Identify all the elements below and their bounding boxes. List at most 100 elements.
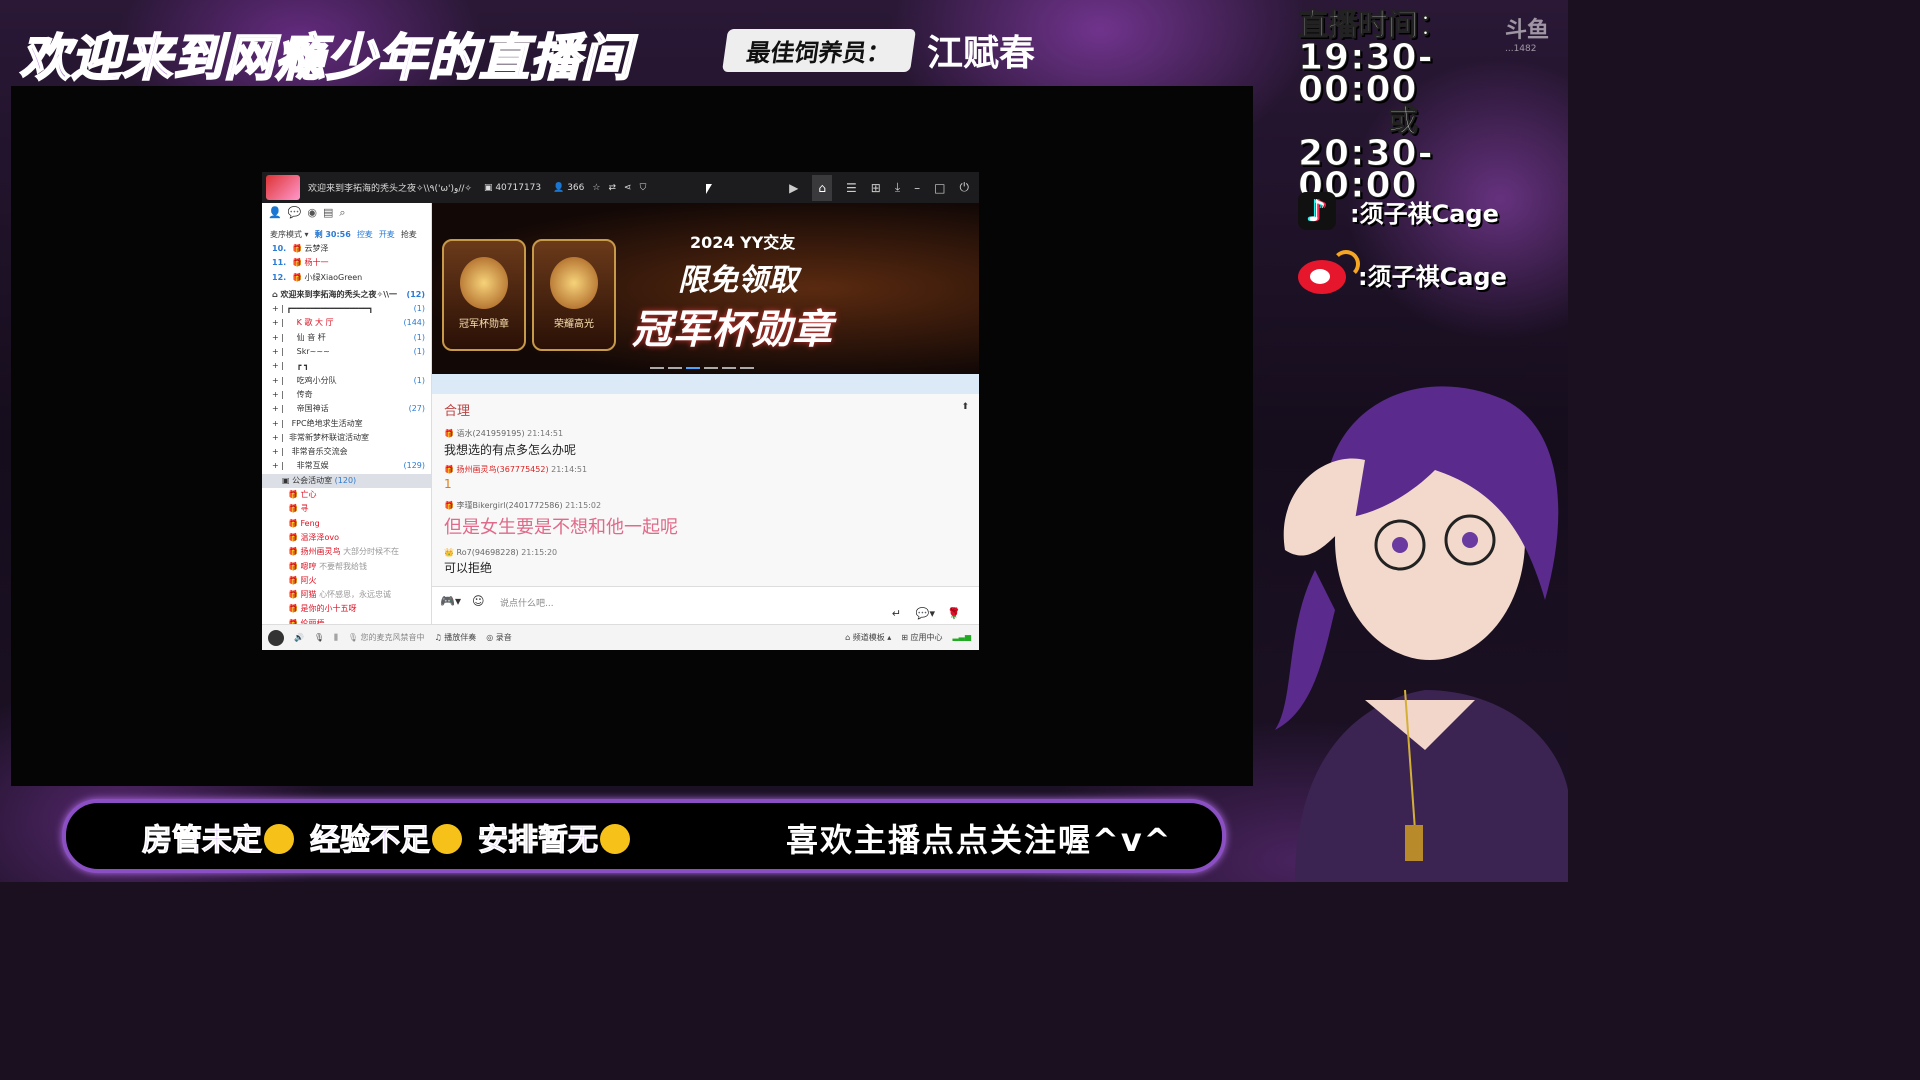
mixer-icon[interactable]: ⫼ [334, 633, 338, 643]
channel-item[interactable]: + | Skr~~~ (1) [272, 345, 431, 359]
weibo-handle: :须子祺Cage [1298, 250, 1507, 298]
msg-text: 但是女生要是不想和他一起呢 [444, 517, 678, 538]
channel-sidebar: 👤 💬 ◉ ▤ ⌕ 麦序模式 ▾ 剩 30:56 控麦 开麦 抢麦 10. 🎁 云… [262, 203, 432, 628]
msg-user[interactable]: 语水(241959195) [457, 429, 525, 438]
weibo-icon [1298, 250, 1360, 298]
record-button[interactable]: ◎ 录音 [486, 632, 512, 643]
home-icon[interactable]: ⌂ [812, 174, 833, 201]
feeder-name: 江赋春 [927, 33, 1036, 74]
channel-item[interactable]: + | 非常新梦杯联谊活动室 [272, 431, 431, 445]
member-item[interactable]: 🎁 嗯哼 不要帮我给钱 [272, 560, 431, 574]
location-icon[interactable]: ◉ [307, 206, 317, 224]
power-icon[interactable]: ⏻ [960, 180, 970, 195]
music-button[interactable]: ♫ 播放伴奏 [435, 632, 477, 643]
mic-mode[interactable]: 麦序模式 ▾ [270, 229, 309, 240]
member-item[interactable]: 🎁 是你的小十五呀 [272, 602, 431, 616]
channel-item[interactable]: + | FPC绝地求生活动室 [272, 417, 431, 431]
grab-mic-link[interactable]: 抢麦 [401, 229, 417, 240]
channel-list: 10. 🎁 云梦泽 11. 🎁 杨十一 12. 🎁 小绿XiaoGreen ⌂ 欢迎来… [262, 242, 431, 631]
template-label: 频道模板 [852, 633, 885, 642]
emoji-icon[interactable]: 🎮▾ [440, 594, 461, 608]
minimize-icon[interactable]: – [914, 181, 920, 195]
mic-icon[interactable]: 🎙 [314, 633, 324, 642]
channel-name: Skr~~~ [296, 347, 330, 357]
collapse-icon[interactable]: ⤓ [895, 180, 900, 195]
msg-user[interactable]: 扬州画灵鸟(367775452) [457, 465, 549, 474]
channel-item[interactable]: + | 帝国神话 (27) [272, 402, 431, 416]
channel-item[interactable]: + | 传奇 [272, 388, 431, 402]
gift-icon[interactable]: 🌹 [947, 607, 961, 620]
chat-input[interactable]: 说点什么吧... [500, 596, 554, 609]
msg-user[interactable]: 李瑾Bikergirl(2401772586) [457, 501, 563, 510]
member-item[interactable]: 🎁 亡心 [272, 488, 431, 502]
msg-time: 21:15:20 [521, 548, 558, 557]
banner-title: 欢迎来到网瘾少年的直播间 [19, 28, 632, 88]
favorite-icon[interactable]: ☆ [592, 183, 600, 193]
member-item[interactable]: 🎁 寻 [272, 502, 431, 516]
sub-channel-count: (120) [334, 475, 357, 485]
list-icon[interactable]: ☰ [846, 181, 857, 195]
online-count-value: 366 [567, 182, 585, 193]
queue-item[interactable]: 11. 🎁 杨十一 [272, 256, 431, 270]
channel-item[interactable]: + | 非常互娱 (129) [272, 459, 431, 473]
champion-badge: 冠军杯勋章 [442, 239, 526, 351]
channel-item[interactable]: + | K 歌 大 厅 (144) [272, 316, 431, 330]
member-item[interactable]: 🎁 扬州画灵鸟 大部分时候不在 [272, 545, 431, 559]
yy-footer: 🔊 🎙 ⫼ 🎙 您的麦克风禁音中 ♫ 播放伴奏 ◎ 录音 ⌂ 频道模板 ▴ ⊞ … [262, 624, 979, 650]
maximize-icon[interactable]: □ [934, 181, 945, 195]
promo-banner[interactable]: 冠军杯勋章 荣耀高光 2024 YY交友 限免领取 冠军杯勋章 [432, 203, 979, 374]
send-icon[interactable]: ↵ [892, 607, 901, 620]
chat-icon[interactable]: 💬 [288, 206, 302, 224]
share-link-icon[interactable]: ⋖ [624, 183, 632, 193]
video-icon[interactable]: ▶ [789, 181, 798, 195]
speaker-icon[interactable]: 🔊 [294, 633, 304, 642]
template-button[interactable]: ⌂ 频道模板 ▴ [845, 632, 891, 643]
channel-item[interactable]: + | ┏━━━━━━━━━━━━━━━━┓ (1) [272, 302, 431, 316]
chat-message: 🎁 李瑾Bikergirl(2401772586) 21:15:02 但是女生要… [444, 501, 678, 538]
channel-item[interactable]: + | 非常音乐交流会 [272, 445, 431, 459]
channel-item[interactable]: + | ┏ ┓ [272, 359, 431, 373]
notes-icon[interactable]: ▤ [323, 206, 333, 224]
channel-item[interactable]: + | 仙 音 杆 (1) [272, 331, 431, 345]
chat-header: 合理 [444, 404, 471, 419]
member-item[interactable]: 🎁 Feng [272, 517, 431, 531]
member-item[interactable]: 🎁 温泽泽ovo [272, 531, 431, 545]
bottom-ticker: 房管未定 经验不足 安排暂无 喜欢主播点点关注喔^v^ [62, 799, 1226, 873]
feeder-label: 最佳饲养员： [721, 28, 917, 72]
sub-channel-selected[interactable]: ▣ 公会活动室 (120) [262, 473, 431, 489]
queue-name: 云梦泽 [304, 244, 329, 253]
user-icon[interactable]: 👤 [268, 206, 282, 224]
member-item[interactable]: 🎁 阿猫 心怀感恩，永远忠诚 [272, 588, 431, 602]
open-mic-link[interactable]: 开麦 [379, 229, 395, 240]
banner-subtitle: 2024 YY交友 [690, 233, 796, 252]
bubble-icon[interactable]: 💬▾ [916, 607, 935, 620]
member-name: 是你的小十五呀 [300, 604, 357, 614]
status-admin: 房管未定 [142, 823, 263, 859]
mic-status-text: 您的麦克风禁音中 [360, 633, 425, 642]
queue-item[interactable]: 10. 🎁 云梦泽 [272, 242, 431, 256]
queue-item[interactable]: 12. 🎁 小绿XiaoGreen [272, 271, 431, 285]
share-icon[interactable]: ⇄ [608, 183, 616, 193]
member-item[interactable]: 🎁 阿火 [272, 574, 431, 588]
scroll-top-icon[interactable]: ⬆ [961, 402, 969, 412]
member-name: 嗯哼 [300, 561, 317, 571]
sticker-icon[interactable]: ☺ [472, 594, 485, 608]
gamepad-icon[interactable]: ⊞ [871, 181, 881, 195]
channel-item[interactable]: + | 吃鸡小分队 (1) [272, 374, 431, 388]
apps-button[interactable]: ⊞ 应用中心 [901, 632, 942, 643]
msg-time: 21:14:51 [551, 465, 588, 474]
msg-user[interactable]: Ro7(94698228) [457, 548, 519, 557]
msg-text: 我想选的有点多怎么办呢 [444, 443, 577, 457]
user-avatar[interactable] [268, 629, 284, 646]
member-name: 亡心 [300, 490, 317, 500]
glory-badge: 荣耀高光 [532, 239, 616, 351]
channel-root[interactable]: ⌂ 欢迎来到李拓海的秃头之夜✧\\一 (12) [272, 288, 431, 302]
search-icon[interactable]: ⌕ [339, 206, 345, 224]
banner-dots[interactable] [650, 367, 754, 369]
badge-label: 荣耀高光 [554, 319, 594, 330]
badge-label: 冠军杯勋章 [459, 319, 509, 330]
shield-icon[interactable]: ⛉ [640, 183, 647, 193]
channel-name: ┏ ┓ [296, 361, 309, 371]
channel-name: FPC绝地求生活动室 [291, 418, 363, 428]
control-mic-link[interactable]: 控麦 [357, 229, 373, 240]
